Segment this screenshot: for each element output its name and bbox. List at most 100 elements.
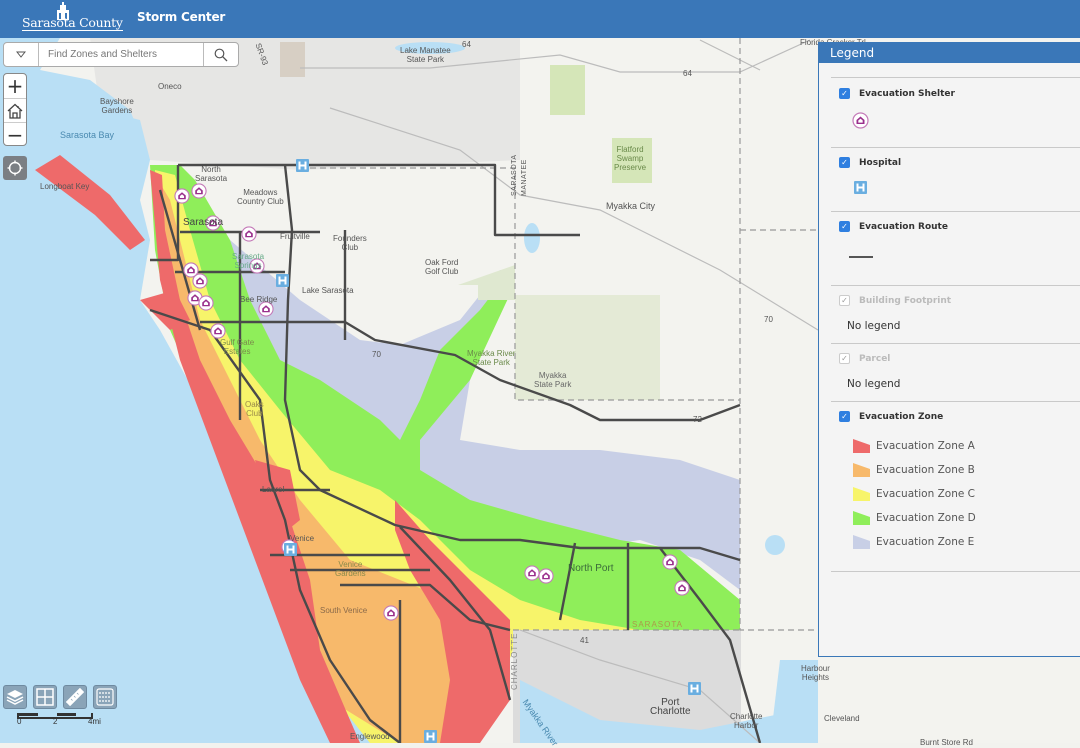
hospital-marker-icon[interactable]	[688, 682, 701, 695]
divider	[831, 343, 1080, 344]
zoom-out-button[interactable]: −	[4, 122, 26, 146]
place-label: Lake Sarasota	[302, 286, 354, 295]
legend-layer-evacuation-zone: ✓ Evacuation Zone	[839, 411, 943, 422]
lake	[524, 223, 540, 253]
zone-legend-item: Evacuation Zone B	[853, 463, 975, 477]
search-input[interactable]	[39, 43, 203, 66]
park-area	[550, 65, 585, 115]
directions-button[interactable]	[93, 685, 117, 709]
road-label: 41	[580, 636, 589, 645]
app-title: Storm Center	[137, 10, 226, 24]
place-label: Cleveland	[824, 714, 860, 723]
hospital-marker-icon[interactable]	[276, 274, 289, 287]
place-label: Myakka City	[606, 201, 656, 211]
place-label: South Venice	[320, 606, 368, 615]
search-source-dropdown[interactable]	[4, 43, 39, 66]
zone-legend-item: Evacuation Zone E	[853, 535, 974, 549]
layer-name: Parcel	[859, 353, 891, 364]
locate-icon	[7, 160, 23, 176]
measure-button[interactable]	[63, 685, 87, 709]
park-label: Myakka River State Park	[467, 349, 516, 367]
home-button[interactable]	[4, 98, 26, 122]
search-button[interactable]	[203, 43, 238, 66]
divider	[831, 285, 1080, 286]
shelter-marker-icon[interactable]	[241, 226, 257, 242]
place-label: Charlotte Harbor	[730, 712, 763, 730]
road-label: 70	[372, 350, 381, 359]
place-label: Port Charlotte	[650, 697, 691, 717]
zone-label: Evacuation Zone C	[876, 488, 975, 500]
layer-checkbox[interactable]: ✓	[839, 411, 850, 422]
chevron-down-icon	[16, 51, 26, 58]
hospital-marker-icon[interactable]	[284, 543, 297, 556]
layer-checkbox[interactable]: ✓	[839, 353, 850, 364]
layer-checkbox[interactable]: ✓	[839, 157, 850, 168]
place-label: Fruitville	[280, 232, 310, 241]
place-label: Oak Ford Golf Club	[425, 258, 459, 276]
county-label: CHARLOTTE	[510, 632, 519, 690]
place-label: Bee Ridge	[240, 295, 278, 304]
zone-swatch-icon	[853, 439, 870, 453]
layer-checkbox[interactable]: ✓	[839, 88, 850, 99]
lake	[765, 535, 785, 555]
zone-swatch-icon	[853, 463, 870, 477]
hospital-marker-icon[interactable]	[296, 159, 309, 172]
shelter-marker-icon[interactable]	[538, 568, 554, 584]
place-label: Longboat Key	[40, 182, 90, 191]
org-name: Sarasota County	[22, 15, 123, 31]
no-legend-text: No legend	[847, 320, 901, 332]
divider	[831, 401, 1080, 402]
road-label: 64	[683, 69, 692, 78]
park-label: Flatford Swamp Preserve	[614, 145, 647, 172]
layer-checkbox[interactable]: ✓	[839, 221, 850, 232]
county-logo[interactable]: Sarasota County	[20, 0, 123, 38]
zone-legend-item: Evacuation Zone C	[853, 487, 975, 501]
legend-panel: Legend ✓ Evacuation Shelter ✓ Hospital ✓…	[818, 42, 1080, 657]
place-label: Sarasota	[183, 217, 224, 228]
zone-legend-item: Evacuation Zone A	[853, 439, 975, 453]
legend-layer-evacuation-shelter: ✓ Evacuation Shelter	[839, 88, 955, 99]
search-icon	[214, 48, 228, 61]
zone-label: Evacuation Zone D	[876, 512, 976, 524]
shelter-marker-icon[interactable]	[210, 323, 226, 339]
hospital-marker-icon[interactable]	[424, 730, 437, 743]
zoom-in-button[interactable]: +	[4, 74, 26, 98]
legend-layer-parcel: ✓ Parcel	[839, 353, 890, 364]
measure-icon	[66, 688, 84, 706]
shelter-marker-icon[interactable]	[383, 605, 399, 621]
hospital-icon	[854, 181, 867, 194]
place-label: Meadows Country Club	[237, 188, 284, 206]
zoom-controls: + −	[3, 73, 27, 146]
layer-checkbox[interactable]: ✓	[839, 295, 850, 306]
layer-name: Hospital	[859, 157, 902, 168]
place-label: Venice Gardens	[335, 560, 366, 578]
zone-label: Evacuation Zone E	[876, 536, 975, 548]
locate-button[interactable]	[3, 156, 27, 180]
shelter-marker-icon[interactable]	[174, 188, 190, 204]
shelter-marker-icon[interactable]	[674, 580, 690, 596]
county-label: SARASOTA	[632, 620, 683, 629]
zone-legend-item: Evacuation Zone D	[853, 511, 976, 525]
place-label: Bayshore Gardens	[100, 97, 134, 115]
divider	[831, 211, 1080, 212]
shelter-marker-icon[interactable]	[191, 183, 207, 199]
shelter-marker-icon[interactable]	[662, 554, 678, 570]
zone-label: Evacuation Zone A	[876, 440, 975, 452]
layers-button[interactable]	[3, 685, 27, 709]
no-legend-text: No legend	[847, 378, 901, 390]
layer-name: Evacuation Zone	[859, 411, 944, 422]
basemap-gallery-button[interactable]	[33, 685, 57, 709]
county-label: SARASOTA	[511, 154, 518, 196]
basemap-gallery-icon	[36, 688, 54, 706]
app-header: Sarasota County Storm Center	[0, 0, 1080, 38]
scale-label: 0	[17, 717, 22, 726]
shelter-marker-icon[interactable]	[192, 273, 208, 289]
layer-name: Building Footprint	[859, 295, 952, 306]
place-label: Englewood	[350, 732, 390, 741]
shelter-marker-icon[interactable]	[198, 295, 214, 311]
route-line-symbol	[849, 256, 873, 258]
zone-label: Evacuation Zone B	[876, 464, 975, 476]
park-label: Myakka State Park	[534, 371, 572, 389]
divider	[831, 147, 1080, 148]
place-label: Founders Club	[333, 234, 367, 252]
